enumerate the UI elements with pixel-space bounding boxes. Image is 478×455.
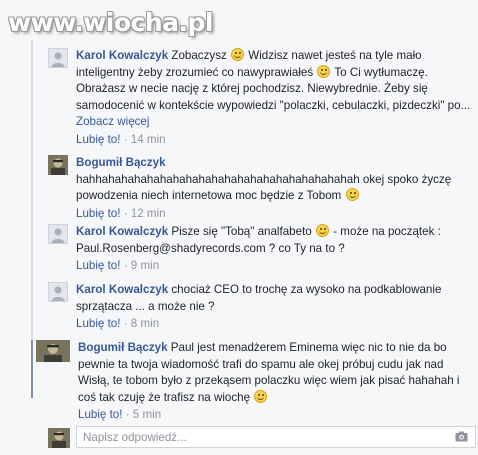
thread-line [31,40,33,340]
smiley-icon [254,389,268,403]
comment: Karol Kowalczyk chociaż CEO to trochę za… [48,282,474,332]
comment-timestamp[interactable]: 5 min [133,408,161,421]
reply-composer [48,426,476,450]
comment-timestamp[interactable]: 12 min [131,207,166,220]
comment-meta: Lubię to! · 14 min [76,132,166,146]
smiley-icon [231,48,245,61]
site-watermark: www.wiocha.pl [8,8,213,37]
silhouette-avatar-icon[interactable] [48,48,68,68]
comment: Karol Kowalczyk Pisze się "Tobą" analfab… [48,224,474,274]
like-button[interactable]: Lubię to! [78,408,122,421]
user-photo-avatar[interactable] [48,155,68,175]
comment-author[interactable]: Karol Kowalczyk [76,225,168,238]
see-more-link[interactable]: Zobacz więcej [76,115,149,128]
comment-text: Zobaczysz [171,49,227,62]
comment: Karol Kowalczyk Zobaczysz Widzisz nawet … [48,48,474,148]
comment-meta: Lubię to! · 8 min [76,317,160,330]
comment-meta: Lubię to! · 12 min [76,206,166,220]
comment: Bogumił Bączyk Paul jest menadżerem Emin… [36,340,476,423]
reply-input[interactable] [76,426,476,448]
like-button[interactable]: Lubię to! [76,207,120,220]
like-button[interactable]: Lubię to! [76,259,120,272]
like-button[interactable]: Lubię to! [76,133,120,146]
smiley-icon [315,224,329,237]
comment: Bogumił Bączyk hahhahahahahahahahahahaha… [48,155,474,222]
thread-line-highlight [31,340,33,398]
comment-author[interactable]: Karol Kowalczyk [76,283,168,296]
comment-author[interactable]: Karol Kowalczyk [76,49,168,62]
comment-author[interactable]: Bogumił Bączyk [76,156,166,169]
smiley-icon [317,64,331,78]
silhouette-avatar-icon[interactable] [48,224,68,244]
comment-meta: Lubię to! · 9 min [76,259,160,272]
smiley-icon [345,188,359,201]
camera-icon[interactable] [455,431,468,442]
like-button[interactable]: Lubię to! [76,317,120,330]
comment-author[interactable]: Bogumił Bączyk [78,341,168,354]
comment-text: hahhahahahahahahahahahahahahahahahahahah… [76,172,452,203]
comment-timestamp[interactable]: 14 min [131,133,166,146]
comment-timestamp[interactable]: 9 min [131,259,159,272]
user-photo-avatar [48,428,70,448]
user-photo-avatar[interactable] [36,340,70,362]
comment-timestamp[interactable]: 8 min [131,317,159,330]
comment-text: Pisze się "Tobą" analfabeto [171,225,312,238]
comment-meta: Lubię to! · 5 min [78,408,162,421]
silhouette-avatar-icon[interactable] [48,282,68,302]
